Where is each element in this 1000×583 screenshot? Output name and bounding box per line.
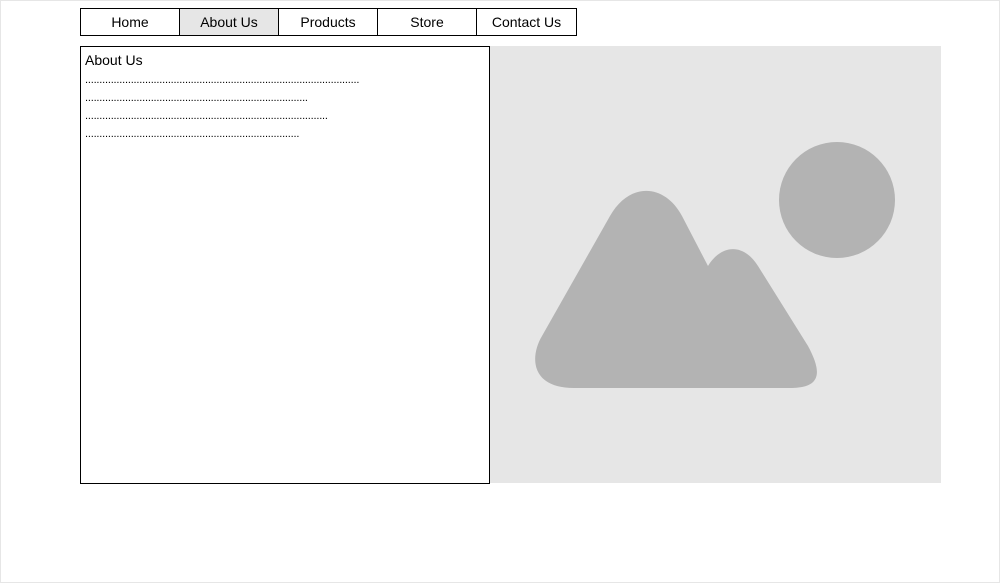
placeholder-text-line: ........................................… <box>85 110 328 122</box>
placeholder-text-line: ........................................… <box>85 74 360 86</box>
placeholder-text-line: ........................................… <box>85 128 300 140</box>
sun-shape <box>779 142 895 258</box>
panel-title: About Us <box>85 52 143 68</box>
mountain-shape <box>535 190 817 388</box>
nav-item-contact-us[interactable]: Contact Us <box>477 9 576 35</box>
nav-item-home[interactable]: Home <box>81 9 180 35</box>
placeholder-text-line: ........................................… <box>85 92 308 104</box>
top-navigation: Home About Us Products Store Contact Us <box>80 8 577 36</box>
nav-item-about-us[interactable]: About Us <box>180 9 279 35</box>
image-placeholder <box>490 46 941 483</box>
page-frame: Home About Us Products Store Contact Us … <box>0 0 1000 583</box>
about-text-panel: About Us ...............................… <box>80 46 490 484</box>
nav-item-store[interactable]: Store <box>378 9 477 35</box>
image-placeholder-icon <box>535 142 895 388</box>
nav-item-products[interactable]: Products <box>279 9 378 35</box>
